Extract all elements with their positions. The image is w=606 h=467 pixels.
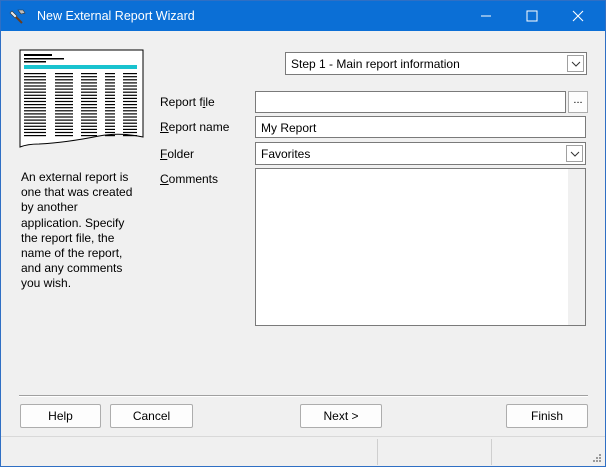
report-file-label: Report file xyxy=(160,95,215,109)
step-select[interactable]: Step 1 - Main report information xyxy=(285,52,587,75)
step-dropdown-button[interactable] xyxy=(567,55,584,72)
window-title: New External Report Wizard xyxy=(37,9,195,23)
report-name-value: My Report xyxy=(261,121,317,135)
wizard-client-area: An external report is one that was creat… xyxy=(1,31,605,466)
finish-button[interactable]: Finish xyxy=(506,404,588,428)
description-text: An external report is one that was creat… xyxy=(21,170,133,291)
close-icon xyxy=(572,10,584,22)
minimize-icon xyxy=(481,15,491,17)
report-preview-icon xyxy=(19,49,145,151)
report-name-input[interactable]: My Report xyxy=(255,116,586,138)
report-name-label: Report name xyxy=(160,120,230,134)
status-divider xyxy=(377,439,378,465)
folder-label: Folder xyxy=(160,147,195,161)
help-button[interactable]: Help xyxy=(20,404,101,428)
maximize-icon xyxy=(526,10,538,22)
report-file-input[interactable] xyxy=(255,91,566,113)
folder-selected-value: Favorites xyxy=(261,147,311,161)
chevron-down-icon xyxy=(570,151,580,157)
folder-dropdown-button[interactable] xyxy=(566,145,583,162)
chevron-down-icon xyxy=(571,61,581,67)
footer-separator xyxy=(19,395,588,397)
title-bar[interactable]: New External Report Wizard xyxy=(1,1,605,31)
status-divider xyxy=(491,439,492,465)
status-bar xyxy=(1,436,605,466)
minimize-button[interactable] xyxy=(463,1,509,31)
next-button[interactable]: Next > xyxy=(300,404,382,428)
comments-label: Comments xyxy=(160,172,219,186)
browse-button[interactable]: ... xyxy=(568,91,588,113)
wizard-window: New External Report Wizard An external r… xyxy=(0,0,606,467)
cancel-button[interactable]: Cancel xyxy=(110,404,193,428)
maximize-button[interactable] xyxy=(509,1,555,31)
step-selected-value: Step 1 - Main report information xyxy=(291,57,460,71)
resize-grip-icon[interactable] xyxy=(592,453,602,463)
wrench-hammer-icon xyxy=(9,8,27,24)
folder-select[interactable]: Favorites xyxy=(255,142,586,165)
comments-scrollbar[interactable] xyxy=(568,169,585,325)
close-button[interactable] xyxy=(555,1,601,31)
comments-textarea[interactable] xyxy=(255,168,586,326)
